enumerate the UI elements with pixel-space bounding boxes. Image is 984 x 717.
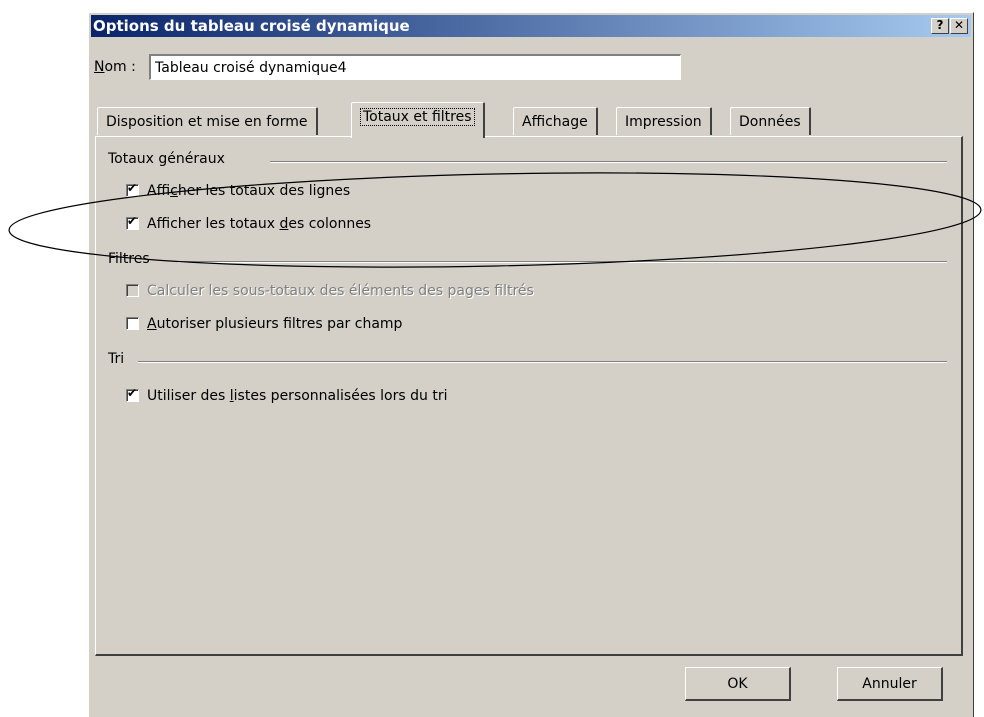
ok-button[interactable]: OK bbox=[685, 667, 791, 701]
subtotal-filtered-pages-checkbox: Calculer les sous-totaux des éléments de… bbox=[126, 283, 534, 299]
custom-lists-sort-checkbox[interactable]: ✔ Utiliser des listes personnalisées lors… bbox=[126, 386, 448, 404]
checkbox-label: Calculer les sous-totaux des éléments de… bbox=[147, 283, 534, 299]
checkbox-box bbox=[126, 284, 139, 297]
tab-donnees[interactable]: Données bbox=[730, 107, 811, 135]
tab-panel-totals-filters: Totaux généraux ✔ Afficher les totaux des… bbox=[95, 136, 963, 656]
checkbox-label: Utiliser des listes personnalisées lors … bbox=[147, 388, 448, 404]
name-label-accel: N bbox=[94, 59, 105, 75]
checkbox-box[interactable]: ✔ bbox=[126, 214, 139, 230]
close-button[interactable]: ✕ bbox=[950, 18, 968, 34]
checkbox-box[interactable] bbox=[126, 317, 139, 330]
tab-totals-filters[interactable]: Totaux et filtres bbox=[351, 102, 485, 138]
pivot-options-dialog: Options du tableau croisé dynamique ? ✕ … bbox=[88, 12, 974, 717]
checkbox-label: Autoriser plusieurs filtres par champ bbox=[147, 316, 403, 332]
tab-label: Disposition et mise en forme bbox=[106, 114, 308, 130]
checkbox-box[interactable]: ✔ bbox=[126, 181, 139, 197]
checkbox-label: Afficher les totaux des colonnes bbox=[147, 216, 372, 232]
group-title-filters: Filtres bbox=[108, 251, 156, 267]
checkbox-label: Afficher les totaux des lignes bbox=[147, 183, 351, 199]
title-bar[interactable]: Options du tableau croisé dynamique ? ✕ bbox=[91, 15, 971, 37]
group-title-grand-totals: Totaux généraux bbox=[108, 151, 231, 167]
check-icon: ✔ bbox=[127, 181, 138, 195]
name-label-rest: om : bbox=[104, 59, 136, 75]
group-divider bbox=[178, 261, 947, 263]
name-label: Nom : bbox=[94, 59, 136, 75]
check-icon: ✔ bbox=[127, 214, 138, 228]
tab-label: Données bbox=[739, 114, 801, 130]
show-row-totals-checkbox[interactable]: ✔ Afficher les totaux des lignes bbox=[126, 181, 351, 199]
name-input[interactable] bbox=[149, 54, 681, 80]
tab-label: Totaux et filtres bbox=[360, 108, 475, 126]
tab-label: Impression bbox=[625, 114, 702, 130]
help-button[interactable]: ? bbox=[931, 18, 949, 34]
cancel-button[interactable]: Annuler bbox=[837, 667, 943, 701]
group-divider bbox=[138, 361, 947, 363]
allow-multiple-filters-checkbox[interactable]: Autoriser plusieurs filtres par champ bbox=[126, 316, 402, 332]
group-title-sort: Tri bbox=[108, 351, 131, 367]
dialog-title: Options du tableau croisé dynamique bbox=[93, 17, 410, 35]
show-column-totals-checkbox[interactable]: ✔ Afficher les totaux des colonnes bbox=[126, 214, 372, 232]
checkbox-box[interactable]: ✔ bbox=[126, 386, 139, 402]
tab-label: Affichage bbox=[522, 114, 588, 130]
tab-impression[interactable]: Impression bbox=[616, 107, 712, 135]
check-icon: ✔ bbox=[127, 386, 138, 400]
tab-affichage[interactable]: Affichage bbox=[513, 107, 598, 135]
tab-disposition[interactable]: Disposition et mise en forme bbox=[97, 107, 318, 135]
group-divider bbox=[270, 161, 947, 163]
